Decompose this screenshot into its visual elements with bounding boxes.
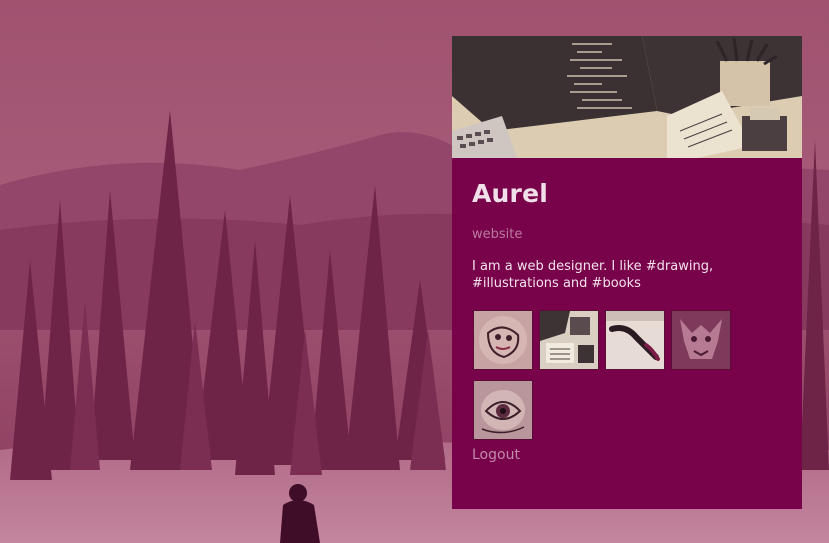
brush-stroke-thumbnail	[606, 311, 664, 369]
gallery-thumbnail[interactable]	[539, 310, 599, 370]
logout-link[interactable]: Logout	[472, 447, 520, 463]
eye-sketch-thumbnail	[474, 381, 532, 439]
creature-drawing-thumbnail	[672, 311, 730, 369]
gallery-thumbnail[interactable]	[605, 310, 665, 370]
gallery-thumbnail[interactable]	[473, 380, 533, 440]
gallery-thumbnail[interactable]	[671, 310, 731, 370]
website-link[interactable]: website	[472, 227, 522, 242]
desk-workspace-illustration	[452, 36, 802, 158]
desk-supplies-thumbnail	[540, 311, 598, 369]
page: Aurel website I am a web designer. I lik…	[0, 0, 829, 543]
cover-image	[452, 36, 802, 158]
profile-card: Aurel website I am a web designer. I lik…	[452, 36, 802, 509]
sketch-face-thumbnail	[474, 311, 532, 369]
profile-bio: I am a web designer. I like #drawing, #i…	[472, 259, 714, 291]
profile-name: Aurel	[472, 179, 548, 208]
gallery-thumbnail[interactable]	[473, 310, 533, 370]
